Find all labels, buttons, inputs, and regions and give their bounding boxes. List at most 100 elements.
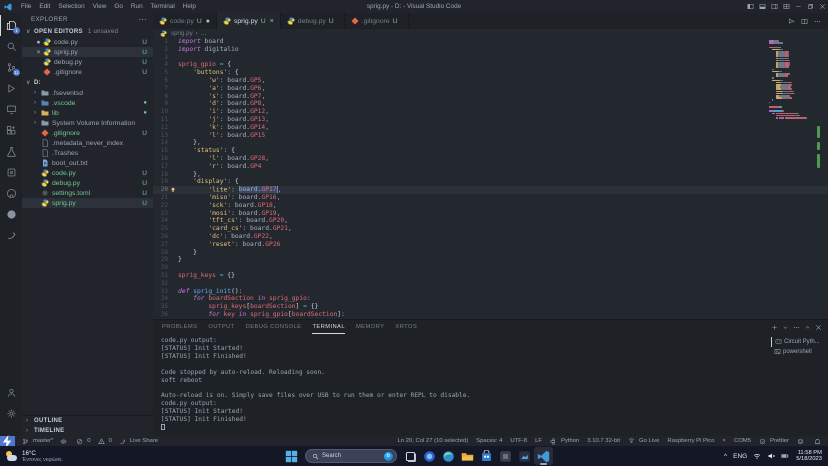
code-line-1[interactable]: 1import board (153, 38, 828, 46)
status-raspberry-pi-pico[interactable]: Raspberry Pi Pico (667, 438, 714, 444)
menu-item-terminal[interactable]: Terminal (147, 3, 179, 10)
code-line-16[interactable]: 16 'l': board.GP28, (153, 155, 828, 163)
activity-remote-explorer-icon[interactable] (0, 99, 22, 120)
open-editor-code.py[interactable]: ●code.pyU (22, 37, 153, 47)
tree-item-.metadata_never_index[interactable]: .metadata_never_index (22, 138, 153, 148)
code-line-4[interactable]: 4sprig_gpio = { (153, 61, 828, 69)
menu-item-go[interactable]: Go (110, 3, 127, 10)
panel-tab-memory[interactable]: MEMORY (356, 320, 384, 334)
code-line-27[interactable]: 27 'reset': board.GP26 (153, 241, 828, 249)
timeline-section[interactable]: › TIMELINE (22, 426, 153, 436)
terminal-output[interactable]: code.py output:[STATUS] Init Started![ST… (153, 334, 771, 436)
taskbar-copilot-app-icon[interactable] (420, 447, 439, 465)
status-lf[interactable]: LF (535, 438, 542, 444)
panel-tab-output[interactable]: OUTPUT (208, 320, 234, 334)
code-line-21[interactable]: 21 'miso': board.GP16, (153, 194, 828, 202)
code-line-10[interactable]: 10 'i': board.GP12, (153, 108, 828, 116)
code-line-11[interactable]: 11 'j': board.GP13, (153, 116, 828, 124)
activity-copilot-icon[interactable] (0, 204, 22, 225)
status-python[interactable]: Python (550, 438, 579, 445)
panel-tab-terminal[interactable]: TERMINAL (312, 320, 345, 334)
code-line-24[interactable]: 24 'tft_cs': board.GP20, (153, 217, 828, 225)
taskbar-file-explorer-icon[interactable] (458, 447, 477, 465)
code-line-17[interactable]: 17 'r': board.GP4 (153, 163, 828, 171)
taskbar-vscode-icon[interactable] (534, 447, 553, 465)
status-feedback-icon[interactable] (797, 438, 806, 445)
open-editor-debug.py[interactable]: debug.pyU (22, 57, 153, 67)
menu-item-edit[interactable]: Edit (35, 3, 54, 10)
taskbar-windows-start-icon[interactable] (282, 447, 301, 465)
layout-icon[interactable] (780, 0, 792, 13)
panel-bottom-icon[interactable] (756, 0, 768, 13)
open-editor-sprig.py[interactable]: ×sprig.pyU (22, 47, 153, 57)
taskbar-task-view-icon[interactable] (401, 447, 420, 465)
plus-icon[interactable] (769, 321, 780, 333)
language-indicator[interactable]: ENG (733, 453, 747, 460)
activity-source-control-icon[interactable]: 11 (0, 57, 22, 78)
tree-item-lib[interactable]: ›lib● (22, 108, 153, 118)
terminal-entry-Circuit-Pyth-[interactable]: Circuit Pyth... (771, 337, 828, 347)
code-line-36[interactable]: 36 for key in sprig_gpio[boardSection]: (153, 311, 828, 319)
activity-search-icon[interactable] (0, 36, 22, 57)
activity-account-icon[interactable] (0, 382, 22, 403)
code-line-18[interactable]: 18 }, (153, 171, 828, 179)
tree-item-System Volume Information[interactable]: ›System Volume Information (22, 118, 153, 128)
taskbar-store-icon[interactable] (477, 447, 496, 465)
taskbar-clock[interactable]: 11:58 PM 5/18/2023 (796, 450, 822, 463)
tab-debug.py[interactable]: debug.pyU (281, 13, 345, 29)
code-line-33[interactable]: 33def sprig_init(): (153, 288, 828, 296)
taskbar-dark-app-icon[interactable] (496, 447, 515, 465)
code-line-8[interactable]: 8 's': board.GP7, (153, 93, 828, 101)
tree-item-code.py[interactable]: code.pyU (22, 168, 153, 178)
activity-files-icon[interactable]: 1 (0, 15, 22, 36)
status-ln-20-col-27-10-selected[interactable]: Ln 20, Col 27 (10 selected) (397, 438, 468, 444)
tree-item-settings.toml[interactable]: settings.tomlU (22, 188, 153, 198)
status-master-[interactable]: master* (22, 438, 53, 445)
code-editor[interactable]: 1import board2import digitalio34sprig_gp… (153, 38, 828, 319)
breadcrumb[interactable]: sprig.py › … (153, 29, 828, 38)
code-line-20[interactable]: 20 'lite': board.GP17, (153, 186, 828, 194)
panel-tab-xrtos[interactable]: XRTOS (395, 320, 417, 334)
breadcrumb-symbol[interactable]: … (201, 30, 207, 37)
panel-right-icon[interactable] (768, 0, 780, 13)
split-editor-icon[interactable] (798, 15, 811, 28)
status-utf-8[interactable]: UTF-8 (510, 438, 527, 444)
code-line-9[interactable]: 9 'd': board.GP8, (153, 100, 828, 108)
tree-item-debug.py[interactable]: debug.pyU (22, 178, 153, 188)
status-spaces-4[interactable]: Spaces: 4 (476, 438, 502, 444)
status-prettier[interactable]: Prettier (759, 438, 789, 445)
code-line-31[interactable]: 31sprig_keys = {} (153, 272, 828, 280)
volume-icon[interactable] (767, 452, 775, 460)
ellipsis-icon[interactable] (791, 321, 802, 333)
close-icon[interactable] (816, 0, 828, 13)
panel-left-icon[interactable] (744, 0, 756, 13)
status--[interactable]: × (723, 438, 726, 444)
status-go-live[interactable]: Go Live (628, 438, 659, 445)
weather-widget[interactable]: 16°C Έντονες νεφώσε. (5, 450, 63, 463)
code-line-15[interactable]: 15 'status': { (153, 147, 828, 155)
status-eye-icon[interactable] (60, 438, 69, 445)
tab-sprig.py[interactable]: sprig.pyU× (217, 13, 281, 29)
code-line-5[interactable]: 5 'buttons': { (153, 69, 828, 77)
menu-item-file[interactable]: File (17, 3, 35, 10)
open-editors-header[interactable]: ∨ OPEN EDITORS 1 unsaved (22, 26, 153, 37)
activity-settings-gear-icon[interactable] (0, 403, 22, 424)
code-line-7[interactable]: 7 'a': board.GP6, (153, 85, 828, 93)
code-line-3[interactable]: 3 (153, 54, 828, 62)
tree-item-boot_out.txt[interactable]: boot_out.txt (22, 158, 153, 168)
outline-section[interactable]: › OUTLINE (22, 416, 153, 426)
tray-chevron-icon[interactable]: ^ (724, 453, 727, 460)
run-icon[interactable] (785, 15, 798, 28)
status-com5[interactable]: COM5 (734, 438, 751, 444)
breadcrumb-file[interactable]: sprig.py (171, 30, 193, 37)
status-3-10-7-32-bit[interactable]: 3.10.7 32-bit (587, 438, 620, 444)
activity-github-icon[interactable] (0, 183, 22, 204)
activity-testing-icon[interactable] (0, 141, 22, 162)
status-0[interactable]: 0 (76, 438, 90, 445)
code-line-30[interactable]: 30 (153, 264, 828, 272)
code-line-12[interactable]: 12 'k': board.GP14, (153, 124, 828, 132)
root-folder-header[interactable]: ∨ D: (22, 77, 153, 88)
code-line-13[interactable]: 13 'l': board.GP15 (153, 132, 828, 140)
code-line-22[interactable]: 22 'sck': board.GP18, (153, 202, 828, 210)
terminal-entry-powershell[interactable]: powershell (771, 347, 828, 357)
